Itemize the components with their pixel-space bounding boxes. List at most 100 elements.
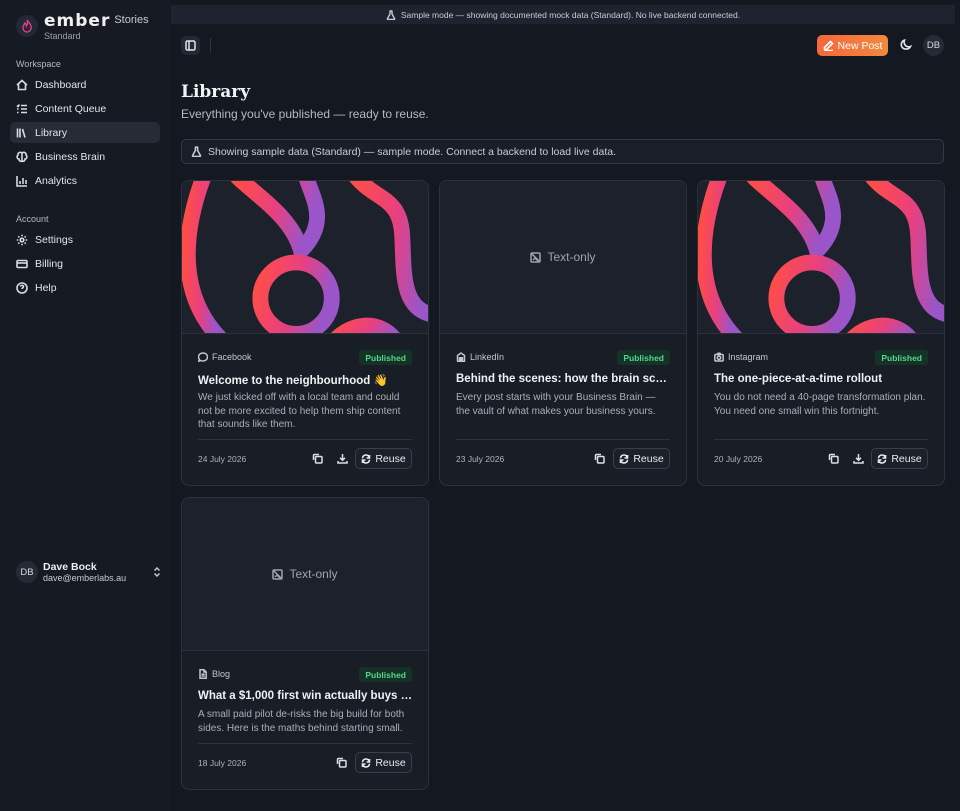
banner-text: Sample mode — showing documented mock da… — [400, 9, 741, 20]
theme-toggle-button[interactable] — [897, 36, 915, 54]
sidebar-item-business-brain[interactable]: Business Brain — [10, 146, 160, 167]
building-icon — [456, 352, 466, 362]
sidebar-item-dashboard[interactable]: Dashboard — [10, 74, 160, 95]
document-icon — [199, 669, 207, 679]
sidebar-item-settings[interactable]: Settings — [10, 229, 160, 250]
reuse-button[interactable]: Reuse — [871, 448, 928, 469]
copy-icon — [336, 757, 347, 768]
sidebar-toggle-button[interactable] — [181, 36, 200, 55]
user-menu[interactable]: DB Dave Bock dave@emberlabs.au — [16, 561, 162, 583]
card-body: A small paid pilot de-risks the big buil… — [198, 709, 405, 734]
card-title: Welcome to the neighbourhood 👋 — [198, 375, 388, 387]
library-card[interactable]: Text-only Blog Published What a $1,000 f… — [181, 497, 429, 790]
card-text-only-placeholder: Text-only — [440, 181, 686, 334]
sidebar-item-label: Dashboard — [35, 78, 87, 91]
sidebar-item-label: Business Brain — [35, 150, 106, 163]
copy-button[interactable] — [333, 753, 349, 771]
refresh-icon — [878, 453, 887, 464]
sidebar-item-label: Settings — [35, 233, 73, 246]
card-title: The one-piece-at-a-time rollout — [714, 373, 883, 385]
camera-icon — [714, 352, 724, 362]
help-icon — [16, 281, 28, 294]
refresh-icon — [620, 453, 629, 464]
card-date: 24 July 2026 — [198, 454, 247, 464]
notice-text: Showing sample data (Standard) — sample … — [208, 145, 616, 158]
image-off-icon — [272, 568, 284, 580]
page-subtitle: Everything you've published — ready to r… — [181, 107, 429, 121]
card-date: 20 July 2026 — [714, 454, 763, 464]
ember-art-image — [698, 181, 944, 333]
brain-icon — [16, 151, 28, 162]
sample-mode-banner: Sample mode — showing documented mock da… — [171, 5, 955, 24]
workspace-nav: Dashboard Content Queue Library Business… — [10, 74, 160, 194]
library-card[interactable]: Facebook Published Welcome to the neighb… — [181, 180, 429, 486]
card-body: You do not need a 40-page transformation… — [714, 392, 926, 417]
sidebar-item-label: Help — [35, 281, 57, 294]
workspace-section-label: Workspace — [16, 59, 61, 69]
card-image — [182, 181, 428, 334]
user-email: dave@emberlabs.au — [43, 573, 127, 583]
page-title: Library — [181, 82, 251, 102]
sidebar-item-library[interactable]: Library — [10, 122, 160, 143]
card-icon — [16, 259, 28, 268]
card-divider — [714, 439, 928, 440]
status-badge: Published — [875, 350, 928, 365]
platform-label: Blog — [198, 669, 230, 679]
card-title: What a $1,000 first win actually buys yo… — [198, 690, 414, 702]
platform-label: Instagram — [714, 352, 768, 362]
copy-icon — [594, 453, 605, 464]
reuse-button[interactable]: Reuse — [355, 448, 412, 469]
gear-icon — [16, 234, 28, 245]
sidebar-item-content-queue[interactable]: Content Queue — [10, 98, 160, 119]
download-button[interactable] — [334, 449, 350, 467]
card-title: Behind the scenes: how the brain scan... — [456, 373, 672, 385]
new-post-button[interactable]: New Post — [817, 35, 888, 56]
refresh-icon — [362, 757, 371, 768]
sidebar-item-label: Content Queue — [35, 102, 107, 115]
card-divider — [198, 743, 412, 744]
flask-icon — [386, 9, 396, 20]
chevron-up-down-icon — [153, 566, 161, 578]
status-badge: Published — [617, 350, 670, 365]
card-divider — [198, 439, 412, 440]
sidebar-item-label: Analytics — [35, 174, 78, 187]
grid-icon — [16, 78, 28, 90]
plan-label: Standard — [44, 31, 81, 41]
card-date: 18 July 2026 — [198, 758, 247, 768]
image-off-icon — [530, 251, 542, 263]
download-button[interactable] — [850, 449, 866, 467]
sidebar-item-analytics[interactable]: Analytics — [10, 170, 160, 191]
sample-data-notice: Showing sample data (Standard) — sample … — [181, 139, 944, 164]
copy-button[interactable] — [825, 449, 841, 467]
copy-icon — [828, 453, 839, 464]
brand[interactable]: ember Stories Standard — [16, 12, 149, 41]
moon-icon — [900, 39, 912, 50]
chat-bubble-icon — [198, 352, 208, 362]
brand-product: Stories — [114, 14, 149, 26]
copy-button[interactable] — [309, 449, 325, 467]
download-icon — [336, 453, 348, 464]
account-section-label: Account — [16, 214, 49, 224]
sidebar: ember Stories Standard Workspace Dashboar… — [0, 0, 170, 811]
toolbar-divider — [210, 38, 211, 53]
sidebar-item-billing[interactable]: Billing — [10, 253, 160, 274]
platform-label: Facebook — [198, 352, 252, 362]
card-text-only-placeholder: Text-only — [182, 498, 428, 651]
reuse-button[interactable]: Reuse — [355, 752, 412, 773]
library-card[interactable]: Text-only LinkedIn Published Behind the … — [439, 180, 687, 486]
flame-logo-icon — [16, 15, 38, 37]
card-divider — [456, 439, 670, 440]
reuse-button[interactable]: Reuse — [613, 448, 670, 469]
flask-icon — [191, 146, 202, 157]
card-image — [698, 181, 944, 334]
top-avatar[interactable]: DB — [923, 35, 944, 56]
copy-icon — [312, 453, 323, 464]
avatar: DB — [16, 561, 38, 583]
library-card[interactable]: Instagram Published The one-piece-at-a-t… — [697, 180, 945, 486]
platform-label: LinkedIn — [456, 352, 504, 362]
sidebar-panel-icon — [185, 40, 196, 51]
user-name: Dave Bock — [43, 561, 97, 573]
copy-button[interactable] — [591, 449, 607, 467]
refresh-icon — [362, 453, 371, 464]
sidebar-item-help[interactable]: Help — [10, 277, 160, 298]
